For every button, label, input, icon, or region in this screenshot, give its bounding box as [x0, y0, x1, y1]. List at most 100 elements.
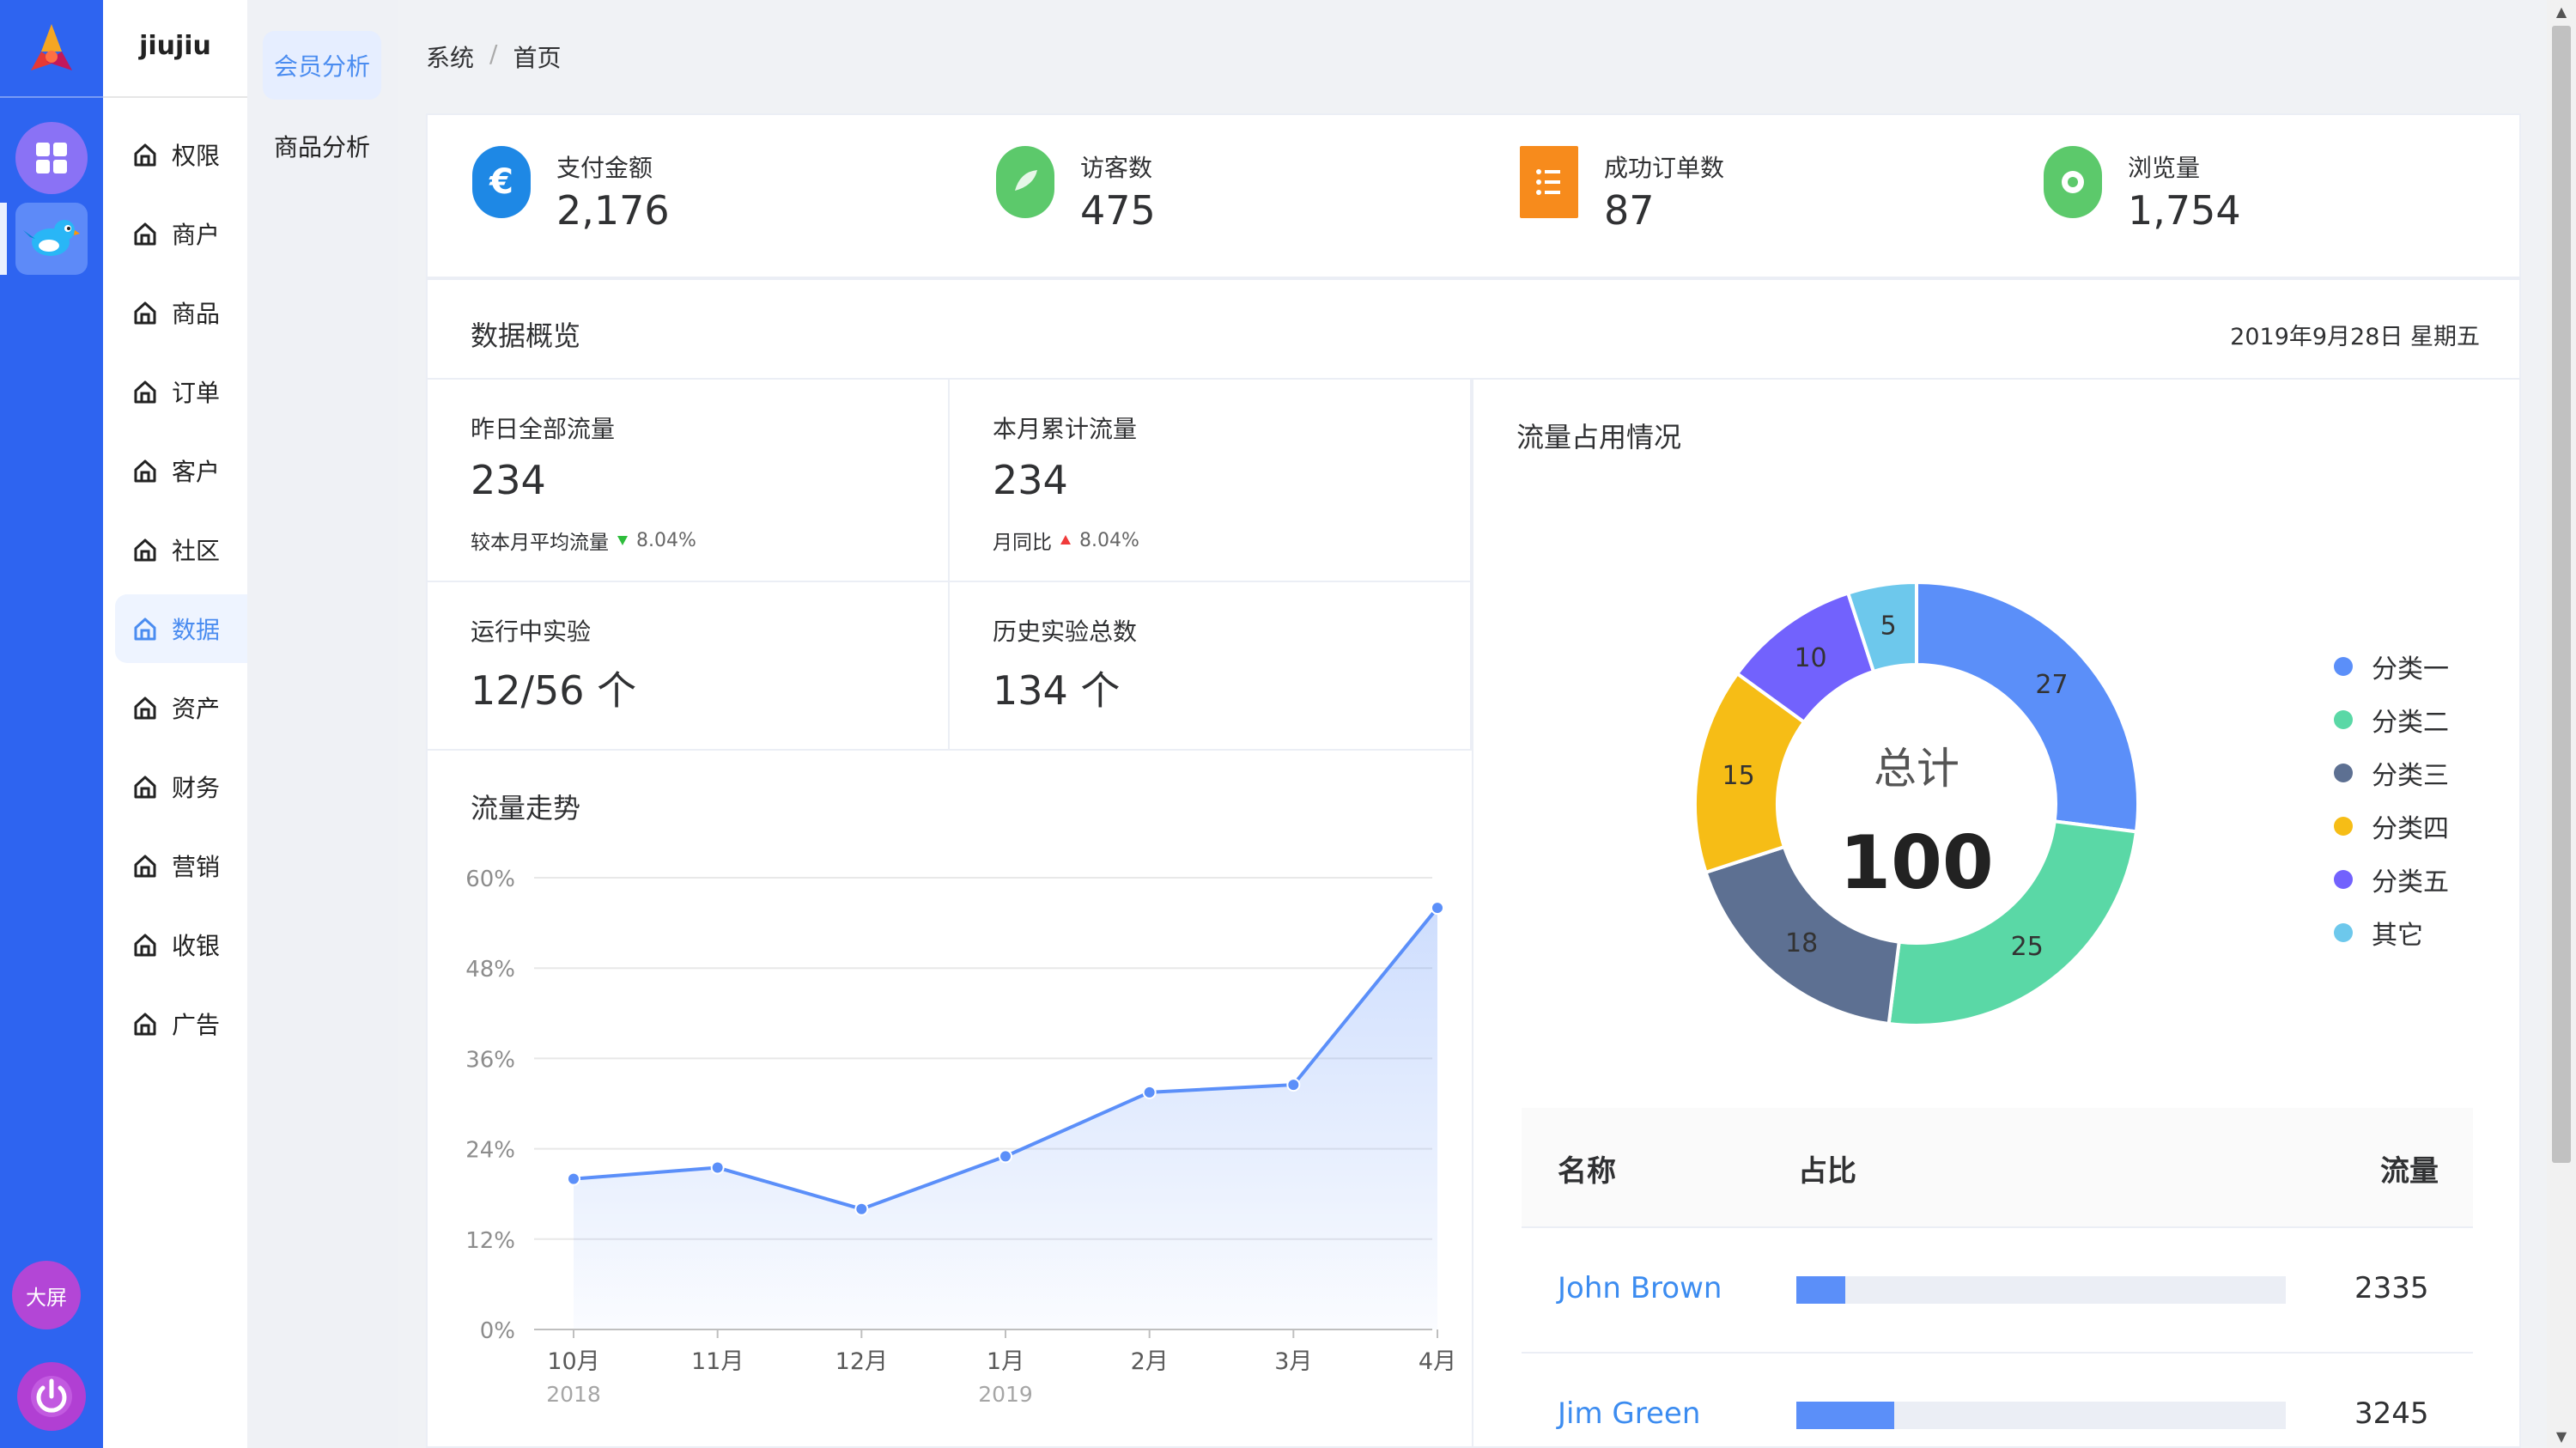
sub-menu: 会员分析 商品分析 — [247, 0, 398, 1448]
trend-point[interactable] — [854, 1202, 869, 1216]
x-tick-label: 2月 — [1131, 1348, 1169, 1375]
scroll-thumb[interactable] — [2552, 26, 2571, 1163]
legend-label: 分类二 — [2372, 708, 2449, 738]
big-screen-button[interactable]: 大屏 — [12, 1261, 81, 1329]
home-icon — [134, 301, 156, 325]
breadcrumb: 系统 / 首页 — [426, 40, 561, 74]
donut-slice-label: 10 — [1794, 643, 1826, 673]
y-tick-label: 48% — [465, 957, 515, 983]
metric-note: 较本月平均流量 8.04% — [471, 526, 696, 555]
menu-item-label: 财务 — [172, 774, 221, 802]
trend-point[interactable] — [1431, 901, 1444, 916]
metric-label: 昨日全部流量 — [471, 415, 616, 443]
eye-icon — [2044, 146, 2102, 218]
legend-label: 分类三 — [2372, 761, 2449, 791]
home-icon — [134, 776, 156, 799]
grid-icon — [36, 143, 67, 173]
app-logo-icon[interactable] — [17, 17, 86, 86]
metric-month-traffic: 本月累计流量 234 月同比 8.04% — [950, 380, 1472, 582]
y-tick-label: 24% — [465, 1138, 515, 1164]
x-tick-label: 4月 — [1419, 1348, 1456, 1375]
brand-name: jiujiu — [139, 31, 211, 61]
scroll-up-arrow[interactable]: ▲ — [2554, 3, 2569, 20]
legend-dot — [2334, 657, 2353, 676]
metric-note-text: 较本月平均流量 — [471, 532, 609, 554]
legend-item[interactable]: 分类三 — [2334, 756, 2523, 791]
page-scrollbar[interactable]: ▲ ▼ — [2547, 0, 2576, 1448]
ratio-bar-fill — [1796, 1402, 1894, 1429]
row-name-link[interactable]: John Brown — [1558, 1271, 1722, 1305]
submenu-item[interactable]: 商品分析 — [263, 112, 381, 180]
metric-yesterday-traffic: 昨日全部流量 234 较本月平均流量 8.04% — [428, 380, 950, 582]
trend-down-icon — [617, 536, 628, 545]
trend-point[interactable] — [1142, 1085, 1157, 1099]
menu-item-label: 收银 — [172, 932, 221, 960]
menu-item[interactable]: 权限 — [115, 120, 249, 189]
trend-area — [574, 908, 1437, 1329]
donut-center-label: 总计 — [1874, 744, 1959, 794]
scroll-down-arrow[interactable]: ▼ — [2554, 1428, 2569, 1445]
menu-item[interactable]: 广告 — [115, 989, 249, 1058]
menu-item[interactable]: 商户 — [115, 199, 249, 268]
overview-header: 数据概览 2019年9月28日 星期五 — [428, 280, 2519, 380]
metric-value: 134 个 — [993, 667, 1121, 714]
menu-item-label: 营销 — [172, 853, 221, 881]
legend-item[interactable]: 分类二 — [2334, 703, 2523, 738]
power-icon — [31, 1376, 72, 1417]
table-row: Jim Green 3245 — [1522, 1354, 2473, 1448]
menu-item[interactable]: 收银 — [115, 910, 249, 979]
trend-point[interactable] — [1286, 1078, 1301, 1092]
x-year-label: 2019 — [978, 1382, 1033, 1407]
ratio-bar-fill — [1796, 1276, 1845, 1304]
legend-label: 其它 — [2372, 921, 2423, 951]
menu-item[interactable]: 客户 — [115, 436, 249, 505]
legend-item[interactable]: 分类一 — [2334, 649, 2523, 684]
legend-label: 分类一 — [2372, 654, 2449, 684]
stat-label: 浏览量 — [2128, 154, 2201, 182]
list-icon — [1520, 146, 1578, 218]
legend-item[interactable]: 分类五 — [2334, 862, 2523, 897]
bird-app-button[interactable] — [15, 203, 88, 275]
metric-label: 本月累计流量 — [993, 415, 1138, 443]
menu-item[interactable]: 财务 — [115, 752, 249, 821]
menu-item-label: 权限 — [172, 142, 221, 170]
home-icon — [134, 459, 156, 483]
rail-divider — [0, 96, 103, 98]
stat-value: 2,176 — [556, 187, 670, 234]
vertical-divider — [1472, 380, 1473, 1448]
stat-label: 成功订单数 — [1604, 154, 1725, 182]
power-button[interactable] — [17, 1362, 86, 1431]
trend-point[interactable] — [999, 1149, 1012, 1164]
menu-item-label: 客户 — [172, 458, 221, 486]
home-icon — [134, 1013, 156, 1036]
legend-item[interactable]: 分类四 — [2334, 809, 2523, 844]
metric-percent: 8.04% — [1079, 529, 1139, 551]
menu-item[interactable]: 商品 — [115, 278, 249, 347]
stat-value: 475 — [1080, 187, 1156, 234]
row-name-link[interactable]: Jim Green — [1558, 1396, 1700, 1431]
submenu-item[interactable]: 会员分析 — [263, 31, 381, 100]
menu-item[interactable]: 资产 — [115, 673, 249, 742]
trend-point[interactable] — [710, 1160, 725, 1175]
metric-running-experiments: 运行中实验 12/56 个 — [428, 582, 950, 751]
legend-dot — [2334, 870, 2353, 889]
stats-card: € 支付金额 2,176 访客数 475 成功订单数 87 浏览量 1,754 — [426, 113, 2521, 278]
breadcrumb-home[interactable]: 首页 — [513, 40, 561, 74]
breadcrumb-system[interactable]: 系统 — [426, 40, 474, 74]
metric-total-experiments: 历史实验总数 134 个 — [950, 582, 1472, 751]
menu-item[interactable]: 社区 — [115, 515, 249, 584]
donut-slice[interactable] — [1915, 580, 2140, 834]
menu-divider — [103, 96, 247, 98]
trend-title: 流量走势 — [471, 792, 581, 824]
euro-icon: € — [472, 146, 531, 218]
home-icon — [134, 855, 156, 878]
metric-percent: 8.04% — [636, 529, 696, 551]
legend-item[interactable]: 其它 — [2334, 916, 2523, 951]
trend-point[interactable] — [567, 1171, 580, 1186]
menu-item[interactable]: 数据 — [115, 594, 249, 663]
menu-item[interactable]: 订单 — [115, 357, 249, 426]
apps-button[interactable] — [15, 122, 88, 194]
x-year-label: 2018 — [546, 1382, 601, 1407]
menu-item[interactable]: 营销 — [115, 831, 249, 900]
col-name: 名称 — [1558, 1154, 1616, 1189]
